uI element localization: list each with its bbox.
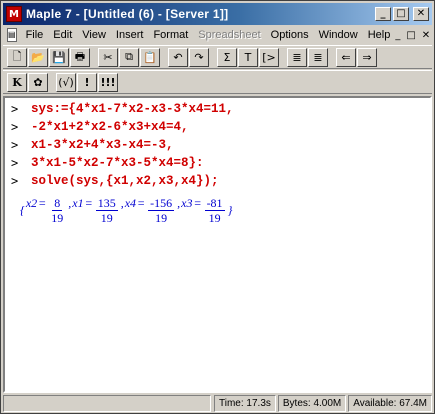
input-command[interactable]: 3*x1-5*x2-7*x3-5*x4=8}: xyxy=(31,156,204,170)
input-line[interactable]: > solve(sys,{x1,x2,x3,x4}); xyxy=(11,172,219,189)
cut-icon[interactable]: ✂ xyxy=(98,47,118,67)
doc-close-button[interactable]: ✕ xyxy=(422,30,430,41)
main-toolbar: 🗋 📂 💾 🖶 ✂ ⧉ 📋 ↶ ↷ Σ T [> ≣ ≣ ⇐ ⇒ xyxy=(3,45,432,69)
forward-icon[interactable]: ⇒ xyxy=(357,47,377,67)
outdent-icon[interactable]: ≣ xyxy=(287,47,307,67)
numerator: -156 xyxy=(148,195,175,211)
maple-leaf-icon[interactable]: ✿ xyxy=(28,72,48,92)
copy-icon[interactable]: ⧉ xyxy=(119,47,139,67)
numerator: 135 xyxy=(95,195,118,211)
context-k-icon[interactable]: K xyxy=(7,72,27,92)
solution-term: x3= -81 19 xyxy=(181,195,225,225)
variable: x4 xyxy=(124,195,137,210)
input-line[interactable]: > -2*x1+2*x2-6*x3+x4=4, xyxy=(11,118,189,135)
math-input-icon[interactable]: Σ xyxy=(217,47,237,67)
denominator: 19 xyxy=(155,210,168,225)
solution-output: { x2= 8 19, x1= 135 19, x4= -156 19, x3= -81 19 … xyxy=(19,190,233,230)
document-controls: _ □ ✕ xyxy=(395,30,435,41)
minimize-button[interactable]: _ xyxy=(375,7,391,21)
status-available: Available: 67.4M xyxy=(348,395,432,412)
status-bytes: Bytes: 4.00M xyxy=(277,395,347,412)
execute-icon[interactable]: ! xyxy=(77,72,97,92)
doc-minimize-button[interactable]: _ xyxy=(395,30,400,41)
indent-icon[interactable]: ≣ xyxy=(308,47,328,67)
input-command[interactable]: solve(sys,{x1,x2,x3,x4}); xyxy=(31,174,219,188)
menu-format[interactable]: Format xyxy=(148,29,193,41)
input-line[interactable]: > x1-3*x2+4*x3-x4=-3, xyxy=(11,136,174,153)
fraction: -81 19 xyxy=(204,195,225,225)
input-command[interactable]: x1-3*x2+4*x3-x4=-3, xyxy=(31,138,174,152)
menu-edit[interactable]: Edit xyxy=(48,29,77,41)
input-command[interactable]: sys:={4*x1-7*x2-x3-3*x4=11, xyxy=(31,102,234,116)
print-icon[interactable]: 🖶 xyxy=(70,47,90,67)
variable: x1 xyxy=(72,195,84,210)
document-icon[interactable]: ▤ xyxy=(7,28,17,42)
solution-term: x2= 8 19, xyxy=(25,195,72,225)
input-line[interactable]: > sys:={4*x1-7*x2-x3-3*x4=11, xyxy=(11,100,234,117)
maple-app-icon[interactable]: M xyxy=(6,6,22,22)
menu-window[interactable]: Window xyxy=(314,29,363,41)
solution-term: x4= -156 19, xyxy=(124,195,181,225)
maximize-button[interactable]: □ xyxy=(393,7,409,21)
title-bar[interactable]: M Maple 7 - [Untitled (6) - [Server 1]] … xyxy=(3,3,432,25)
undo-icon[interactable]: ↶ xyxy=(168,47,188,67)
numerator: 8 xyxy=(52,195,63,211)
status-time: Time: 17.3s xyxy=(214,395,276,412)
redo-icon[interactable]: ↷ xyxy=(189,47,209,67)
save-icon[interactable]: 💾 xyxy=(49,47,69,67)
open-brace: { xyxy=(20,202,25,217)
status-message xyxy=(3,395,211,412)
variable: x2 xyxy=(25,195,38,210)
text-mode-icon[interactable]: (√) xyxy=(56,72,76,92)
denominator: 19 xyxy=(100,210,113,225)
back-icon[interactable]: ⇐ xyxy=(336,47,356,67)
open-icon[interactable]: 📂 xyxy=(28,47,48,67)
fraction: 135 19 xyxy=(95,195,118,225)
prompt: > xyxy=(11,155,19,170)
close-button[interactable]: ✕ xyxy=(413,7,429,21)
variable: x3 xyxy=(181,195,193,210)
execute-all-icon[interactable]: !!! xyxy=(98,72,118,92)
doc-restore-button[interactable]: □ xyxy=(406,30,415,41)
window-title: Maple 7 - [Untitled (6) - [Server 1]] xyxy=(26,7,229,21)
menu-help[interactable]: Help xyxy=(363,29,396,41)
solution-term: x1= 135 19, xyxy=(72,195,124,225)
context-toolbar: K ✿ (√)!!!! xyxy=(3,70,432,94)
denominator: 19 xyxy=(51,210,64,225)
menu-view[interactable]: View xyxy=(77,29,111,41)
menu-bar: ▤ File Edit View Insert Format Spreadsheet Opt… xyxy=(3,26,432,44)
prompt: > xyxy=(11,101,19,116)
menu-spreadsheet[interactable]: Spreadsheet xyxy=(193,29,265,41)
text-input-icon[interactable]: T xyxy=(238,47,258,67)
prompt: > xyxy=(11,119,19,134)
worksheet[interactable]: > sys:={4*x1-7*x2-x3-3*x4=11, > -2*x1+2*… xyxy=(3,96,432,393)
fraction: 8 19 xyxy=(49,196,65,225)
menu-file[interactable]: File xyxy=(21,29,49,41)
status-bar: Time: 17.3s Bytes: 4.00M Available: 67.4… xyxy=(3,395,432,412)
menu-insert[interactable]: Insert xyxy=(111,29,149,41)
menu-options[interactable]: Options xyxy=(266,29,314,41)
paste-icon[interactable]: 📋 xyxy=(140,47,160,67)
input-command[interactable]: -2*x1+2*x2-6*x3+x4=4, xyxy=(31,120,189,134)
fraction: -156 19 xyxy=(148,195,175,225)
denominator: 19 xyxy=(208,210,221,225)
exec-group-icon[interactable]: [> xyxy=(259,47,279,67)
prompt: > xyxy=(11,173,19,188)
numerator: -81 xyxy=(204,195,225,211)
maple-window: M Maple 7 - [Untitled (6) - [Server 1]] … xyxy=(0,0,435,414)
close-brace: } xyxy=(227,202,233,217)
prompt: > xyxy=(11,137,19,152)
new-icon[interactable]: 🗋 xyxy=(7,47,27,67)
input-line[interactable]: > 3*x1-5*x2-7*x3-5*x4=8}: xyxy=(11,154,204,171)
